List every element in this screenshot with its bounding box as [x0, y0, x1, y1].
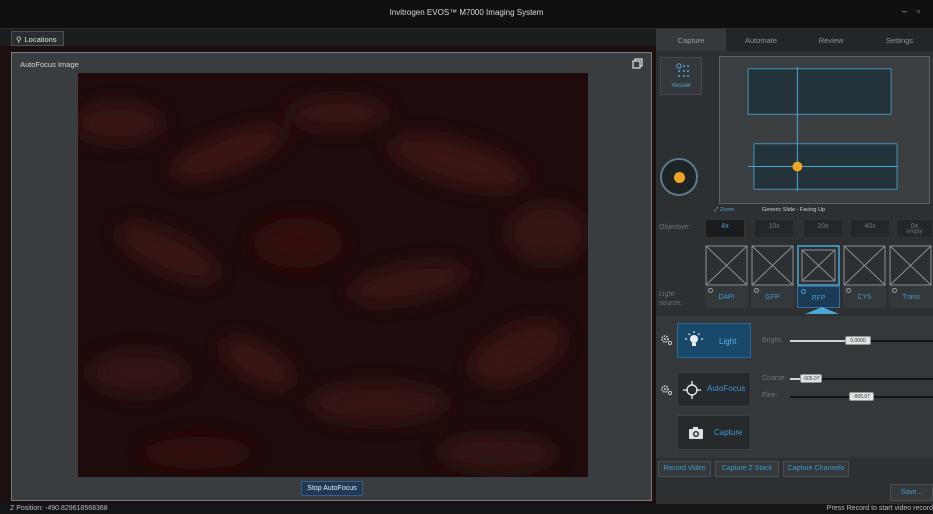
zoom-button[interactable]: Zoom	[720, 207, 734, 213]
tab-capture[interactable]: Capture	[656, 29, 726, 51]
save-button[interactable]: Save...	[890, 484, 933, 501]
slide-type-label: Generic Slide - Facing Up	[762, 207, 825, 213]
title-bar: Invitrogen EVOS™ M7000 Imaging System – …	[0, 0, 933, 29]
capture-channels-button[interactable]: Capture Channels	[783, 461, 849, 477]
radio-icon	[892, 288, 897, 293]
light-button-label: Light	[719, 337, 737, 346]
maximize-button[interactable]: ▫	[917, 6, 920, 16]
light-source-cy5[interactable]: CY5	[843, 286, 886, 308]
locations-tab[interactable]: ⚲ Locations	[11, 31, 64, 46]
objective-40x-label: 40x	[864, 223, 876, 230]
stop-autofocus-button[interactable]: Stop AutoFocus	[301, 481, 363, 496]
window-title: Invitrogen EVOS™ M7000 Imaging System	[389, 8, 544, 17]
autofocus-panel-title: AutoFocus Image	[20, 60, 79, 69]
objective-4x[interactable]: 4x	[705, 219, 745, 238]
dapi-filter-empty-icon[interactable]	[705, 245, 748, 286]
vessel-button[interactable]: Vessel	[660, 57, 702, 95]
autofocus-settings-gear-icon[interactable]	[660, 384, 672, 396]
fluorescence-image	[78, 73, 588, 477]
objective-20x[interactable]: 20x	[803, 219, 843, 238]
bright-slider-handle[interactable]: 0.0000	[845, 336, 871, 345]
light-source-cy5-label: CY5	[857, 294, 872, 301]
acquisition-controls: Light Bright: 0.0000 AutoFocus Coarse: -…	[656, 316, 933, 458]
map-footer: ⤢ Zoom Generic Slide - Facing Up	[714, 207, 825, 214]
stage-joystick[interactable]	[660, 158, 698, 196]
locations-tab-label: Locations	[24, 35, 57, 44]
gfp-filter-empty-icon[interactable]	[751, 245, 794, 286]
light-source-trans-label: Trans	[902, 294, 920, 301]
joystick-knob	[674, 172, 685, 183]
record-video-button[interactable]: Record Video	[658, 461, 711, 477]
autofocus-button-label: AutoFocus	[707, 384, 746, 393]
vessel-map[interactable]	[719, 56, 930, 204]
autofocus-image-panel: AutoFocus Image Stop AutoFocus	[11, 52, 652, 501]
objective-empty[interactable]: 0x empty	[896, 219, 933, 238]
cy5-filter-empty-icon[interactable]	[843, 245, 886, 286]
vessel-grid-icon	[676, 63, 689, 77]
slide-map-graphic	[747, 66, 898, 192]
light-bulb-icon	[685, 331, 703, 346]
minimize-button[interactable]: –	[902, 6, 907, 16]
selected-light-pointer	[805, 307, 839, 314]
tab-automate[interactable]: Automate	[726, 29, 796, 51]
capture-button[interactable]: Capture	[677, 415, 751, 450]
objective-label: Objective:	[659, 224, 691, 231]
light-source-gfp-label: GFP	[765, 294, 780, 301]
autofocus-button[interactable]: AutoFocus	[677, 372, 751, 407]
camera-icon	[689, 427, 703, 439]
rfp-filter-icon[interactable]	[797, 245, 840, 286]
radio-icon	[801, 289, 806, 294]
objective-40x[interactable]: 40x	[850, 219, 890, 238]
light-source-gfp[interactable]: GFP	[751, 286, 794, 308]
capture-actions: Record Video Capture Z Stack Capture Cha…	[656, 458, 933, 480]
autofocus-image[interactable]	[78, 73, 588, 477]
coarse-slider-handle[interactable]: -905.07	[800, 374, 822, 383]
coarse-label: Coarse:	[762, 375, 787, 382]
fine-label: Fine:	[762, 392, 778, 399]
light-source-rfp-label: RFP	[811, 295, 826, 302]
bright-label: Bright:	[762, 337, 783, 344]
radio-icon	[708, 288, 713, 293]
zoom-icon: ⤢	[714, 207, 719, 213]
crosshair-icon	[683, 381, 701, 399]
light-source-label: Light source:	[659, 290, 682, 308]
record-hint: Press Record to start video record	[826, 505, 933, 512]
light-toggle-button[interactable]: Light	[677, 323, 751, 358]
objective-20x-label: 20x	[817, 223, 829, 230]
light-source-rfp[interactable]: RFP	[797, 286, 840, 308]
light-source-trans[interactable]: Trans	[889, 286, 933, 308]
light-source-label-line1: Light	[659, 291, 675, 298]
filter-cubes	[705, 245, 933, 286]
capture-z-stack-button[interactable]: Capture Z Stack	[715, 461, 779, 477]
light-source-dapi[interactable]: DAPI	[705, 286, 748, 308]
light-settings-gear-icon[interactable]	[660, 334, 672, 346]
radio-icon	[846, 288, 851, 293]
light-source-label-line2: source:	[659, 300, 682, 307]
location-pin-icon: ⚲	[16, 35, 22, 44]
restore-window-icon[interactable]	[632, 58, 643, 69]
tab-review[interactable]: Review	[796, 29, 866, 51]
objective-4x-label: 4x	[721, 223, 729, 230]
fine-slider-handle[interactable]: -905.07	[849, 392, 874, 401]
objective-empty-sub: empty	[906, 229, 923, 235]
objective-10x-label: 10x	[768, 223, 780, 230]
bright-fill	[790, 340, 848, 342]
stage-position-marker	[792, 161, 803, 172]
light-source-dapi-label: DAPI	[718, 294, 735, 301]
tab-settings[interactable]: Settings	[866, 29, 933, 51]
mode-tabs: Capture Automate Review Settings	[656, 29, 933, 51]
control-panel: Capture Automate Review Settings Vessel …	[656, 29, 933, 504]
vessel-label: Vessel	[671, 82, 691, 89]
objective-10x[interactable]: 10x	[754, 219, 794, 238]
status-bar: Z Position: -490.829618568368 Press Reco…	[0, 504, 933, 514]
radio-icon	[754, 288, 759, 293]
z-position-readout: Z Position: -490.829618568368	[10, 505, 108, 512]
capture-button-label: Capture	[714, 428, 743, 437]
trans-filter-empty-icon[interactable]	[889, 245, 932, 286]
